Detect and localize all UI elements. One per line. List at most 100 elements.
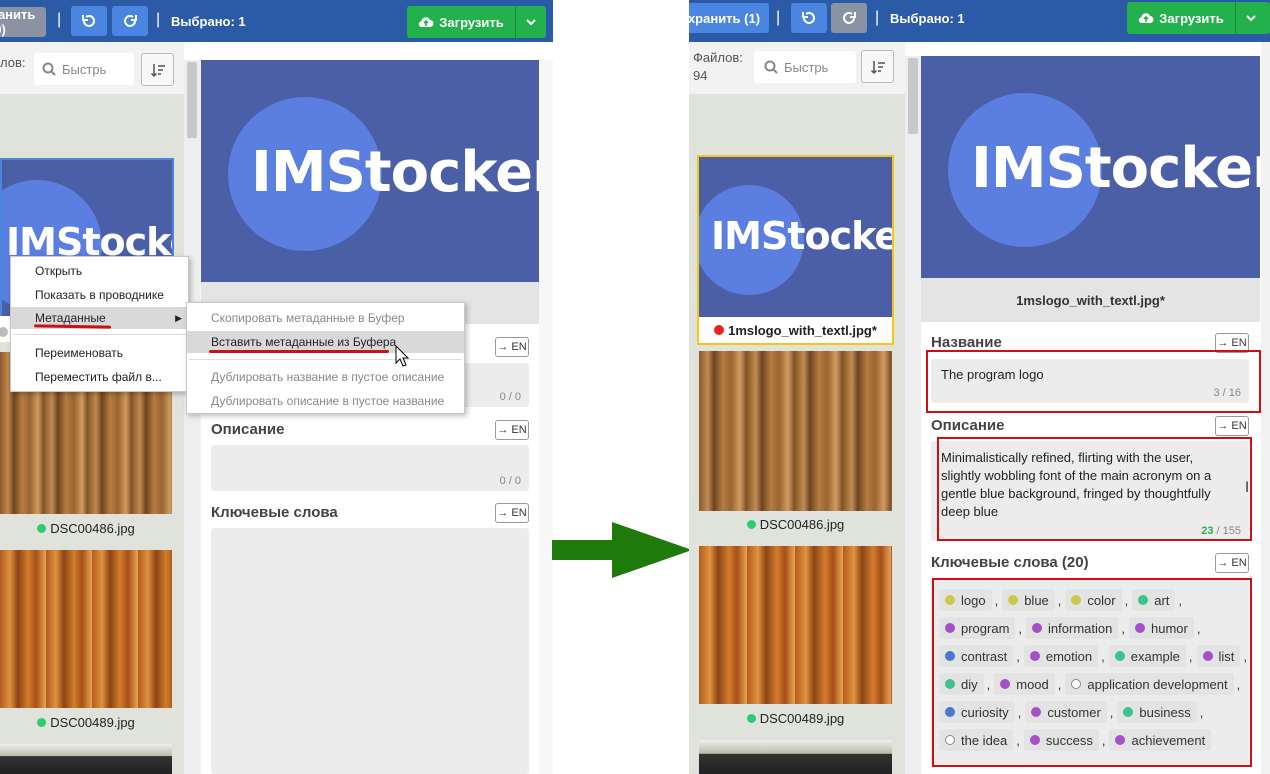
redo-icon bbox=[843, 12, 856, 24]
detail-scrollbar[interactable] bbox=[1261, 42, 1270, 774]
sort-button[interactable] bbox=[141, 53, 174, 86]
search-icon bbox=[42, 62, 56, 76]
redo-button[interactable] bbox=[831, 3, 867, 33]
save-button[interactable]: хранить (1) bbox=[689, 3, 769, 33]
mouse-cursor-icon bbox=[395, 345, 409, 367]
thumbnail-image[interactable] bbox=[699, 546, 892, 704]
submenu-arrow-icon: ▶ bbox=[175, 312, 182, 323]
status-dot bbox=[714, 325, 725, 335]
preview-caption-area: 1mslogo_with_textl.jpg* bbox=[921, 278, 1260, 322]
detail-scrollbar[interactable] bbox=[539, 60, 553, 774]
translate-description-button[interactable]: → EN bbox=[1215, 416, 1249, 436]
files-label: лов: bbox=[0, 55, 26, 70]
search-icon bbox=[764, 60, 778, 74]
annotation-underline bbox=[209, 350, 389, 353]
thumbnail-caption: DSC00486.jpg bbox=[0, 518, 172, 538]
keywords-field[interactable] bbox=[211, 528, 529, 774]
separator: | bbox=[156, 11, 161, 28]
thumbnail-caption: 1mslogo_with_textl.jpg* bbox=[699, 319, 892, 341]
text-cursor-icon: I bbox=[1245, 480, 1250, 496]
separator: | bbox=[57, 11, 62, 28]
logo-text: IMStocker bbox=[251, 140, 539, 205]
submenu-duplicate-title[interactable]: Дублировать название в пустое описание bbox=[187, 366, 464, 388]
submenu-copy-metadata[interactable]: Скопировать метаданные в Буфер bbox=[187, 307, 464, 329]
annotation-box bbox=[937, 437, 1252, 541]
undo-button[interactable] bbox=[791, 3, 827, 33]
toolbar: хранить (1) | | Выбрано: 1 Загрузить bbox=[689, 0, 1270, 42]
cloud-upload-icon bbox=[419, 17, 434, 28]
list-scrollbar[interactable] bbox=[905, 56, 921, 774]
thumbnail-image[interactable] bbox=[699, 740, 892, 774]
scrollbar-thumb[interactable] bbox=[187, 62, 197, 138]
description-label: Описание bbox=[931, 417, 1005, 434]
undo-button[interactable] bbox=[71, 6, 107, 36]
menu-item-move-file[interactable]: Переместить файл в... bbox=[11, 366, 188, 388]
upload-main[interactable]: Загрузить bbox=[1127, 2, 1235, 34]
left-panel: ранить (0) | | Выбрано: 1 Загрузить лов:… bbox=[0, 0, 553, 774]
arrow-icon bbox=[552, 522, 692, 578]
description-label: Описание bbox=[211, 421, 285, 438]
toolbar: ранить (0) | | Выбрано: 1 Загрузить bbox=[0, 0, 553, 42]
translate-keywords-button[interactable]: → EN bbox=[495, 503, 529, 523]
preview-image: IMStocker bbox=[921, 56, 1260, 278]
redo-icon bbox=[124, 15, 137, 27]
thumbnail-caption: DSC00486.jpg bbox=[699, 514, 892, 534]
undo-icon bbox=[82, 15, 95, 27]
translate-title-button[interactable]: → EN bbox=[495, 337, 529, 357]
keywords-label: Ключевые слова (20) bbox=[931, 554, 1089, 571]
title-label: Название bbox=[931, 334, 1002, 351]
sort-icon bbox=[870, 60, 885, 74]
upload-dropdown[interactable] bbox=[1235, 2, 1265, 34]
upload-dropdown[interactable] bbox=[515, 6, 546, 38]
translate-description-button[interactable]: → EN bbox=[495, 420, 529, 440]
thumbnail-selected[interactable]: IMStocker 1mslogo_with_textl.jpg* bbox=[697, 155, 894, 345]
thumbnail-caption: DSC00489.jpg bbox=[0, 712, 172, 732]
search-input[interactable]: Быстрь bbox=[754, 51, 856, 83]
sort-icon bbox=[150, 63, 165, 77]
undo-icon bbox=[802, 12, 815, 24]
separator: | bbox=[776, 9, 781, 26]
submenu-duplicate-description[interactable]: Дублировать описание в пустое название bbox=[187, 390, 464, 412]
translate-keywords-button[interactable]: → EN bbox=[1215, 553, 1249, 573]
scrollbar-thumb[interactable] bbox=[908, 58, 918, 134]
list-scrollbar[interactable] bbox=[184, 60, 200, 774]
right-panel: хранить (1) | | Выбрано: 1 Загрузить Фай… bbox=[689, 0, 1270, 774]
save-button[interactable]: ранить (0) bbox=[0, 7, 46, 37]
cloud-upload-icon bbox=[1139, 13, 1154, 24]
description-counter: 0 / 0 bbox=[499, 475, 521, 487]
preview-filename: 1mslogo_with_textl.jpg* bbox=[1016, 292, 1165, 308]
logo-text: IMStocker bbox=[971, 136, 1260, 201]
keywords-label: Ключевые слова bbox=[211, 504, 338, 521]
sort-button[interactable] bbox=[861, 50, 894, 83]
files-label: Файлов: bbox=[693, 50, 743, 65]
upload-button[interactable]: Загрузить bbox=[1127, 2, 1270, 34]
selected-count: Выбрано: 1 bbox=[171, 14, 246, 29]
status-dot bbox=[746, 519, 756, 529]
menu-item-show-in-explorer[interactable]: Показать в проводнике bbox=[11, 284, 188, 306]
annotation-box bbox=[926, 350, 1261, 413]
thumbnail-image[interactable] bbox=[0, 744, 172, 774]
thumbnail-image[interactable] bbox=[0, 550, 172, 708]
menu-item-open[interactable]: Открыть bbox=[11, 260, 188, 282]
thumbnail-image[interactable] bbox=[699, 351, 892, 511]
chevron-down-icon bbox=[526, 19, 536, 26]
selected-count: Выбрано: 1 bbox=[890, 11, 965, 26]
upload-main[interactable]: Загрузить bbox=[407, 6, 515, 38]
chevron-down-icon bbox=[1245, 15, 1256, 22]
menu-separator bbox=[189, 359, 462, 360]
files-count: 94 bbox=[693, 68, 708, 83]
description-field[interactable]: 0 / 0 bbox=[211, 445, 529, 491]
upload-button[interactable]: Загрузить bbox=[407, 6, 546, 38]
thumbnail-image: IMStocker bbox=[699, 157, 892, 317]
redo-button[interactable] bbox=[112, 6, 148, 36]
preview-image: IMStocker bbox=[201, 60, 539, 282]
metadata-submenu: Скопировать метаданные в Буфер Вставить … bbox=[186, 302, 465, 414]
thumbnail-caption: DSC00489.jpg bbox=[699, 708, 892, 728]
logo-text: IMStocker bbox=[711, 214, 892, 258]
search-input[interactable]: Быстрь bbox=[34, 53, 134, 85]
menu-separator bbox=[13, 334, 186, 335]
menu-item-rename[interactable]: Переименовать bbox=[11, 342, 188, 364]
separator: | bbox=[875, 9, 880, 26]
annotation-box bbox=[932, 578, 1252, 767]
status-dot bbox=[37, 523, 47, 533]
